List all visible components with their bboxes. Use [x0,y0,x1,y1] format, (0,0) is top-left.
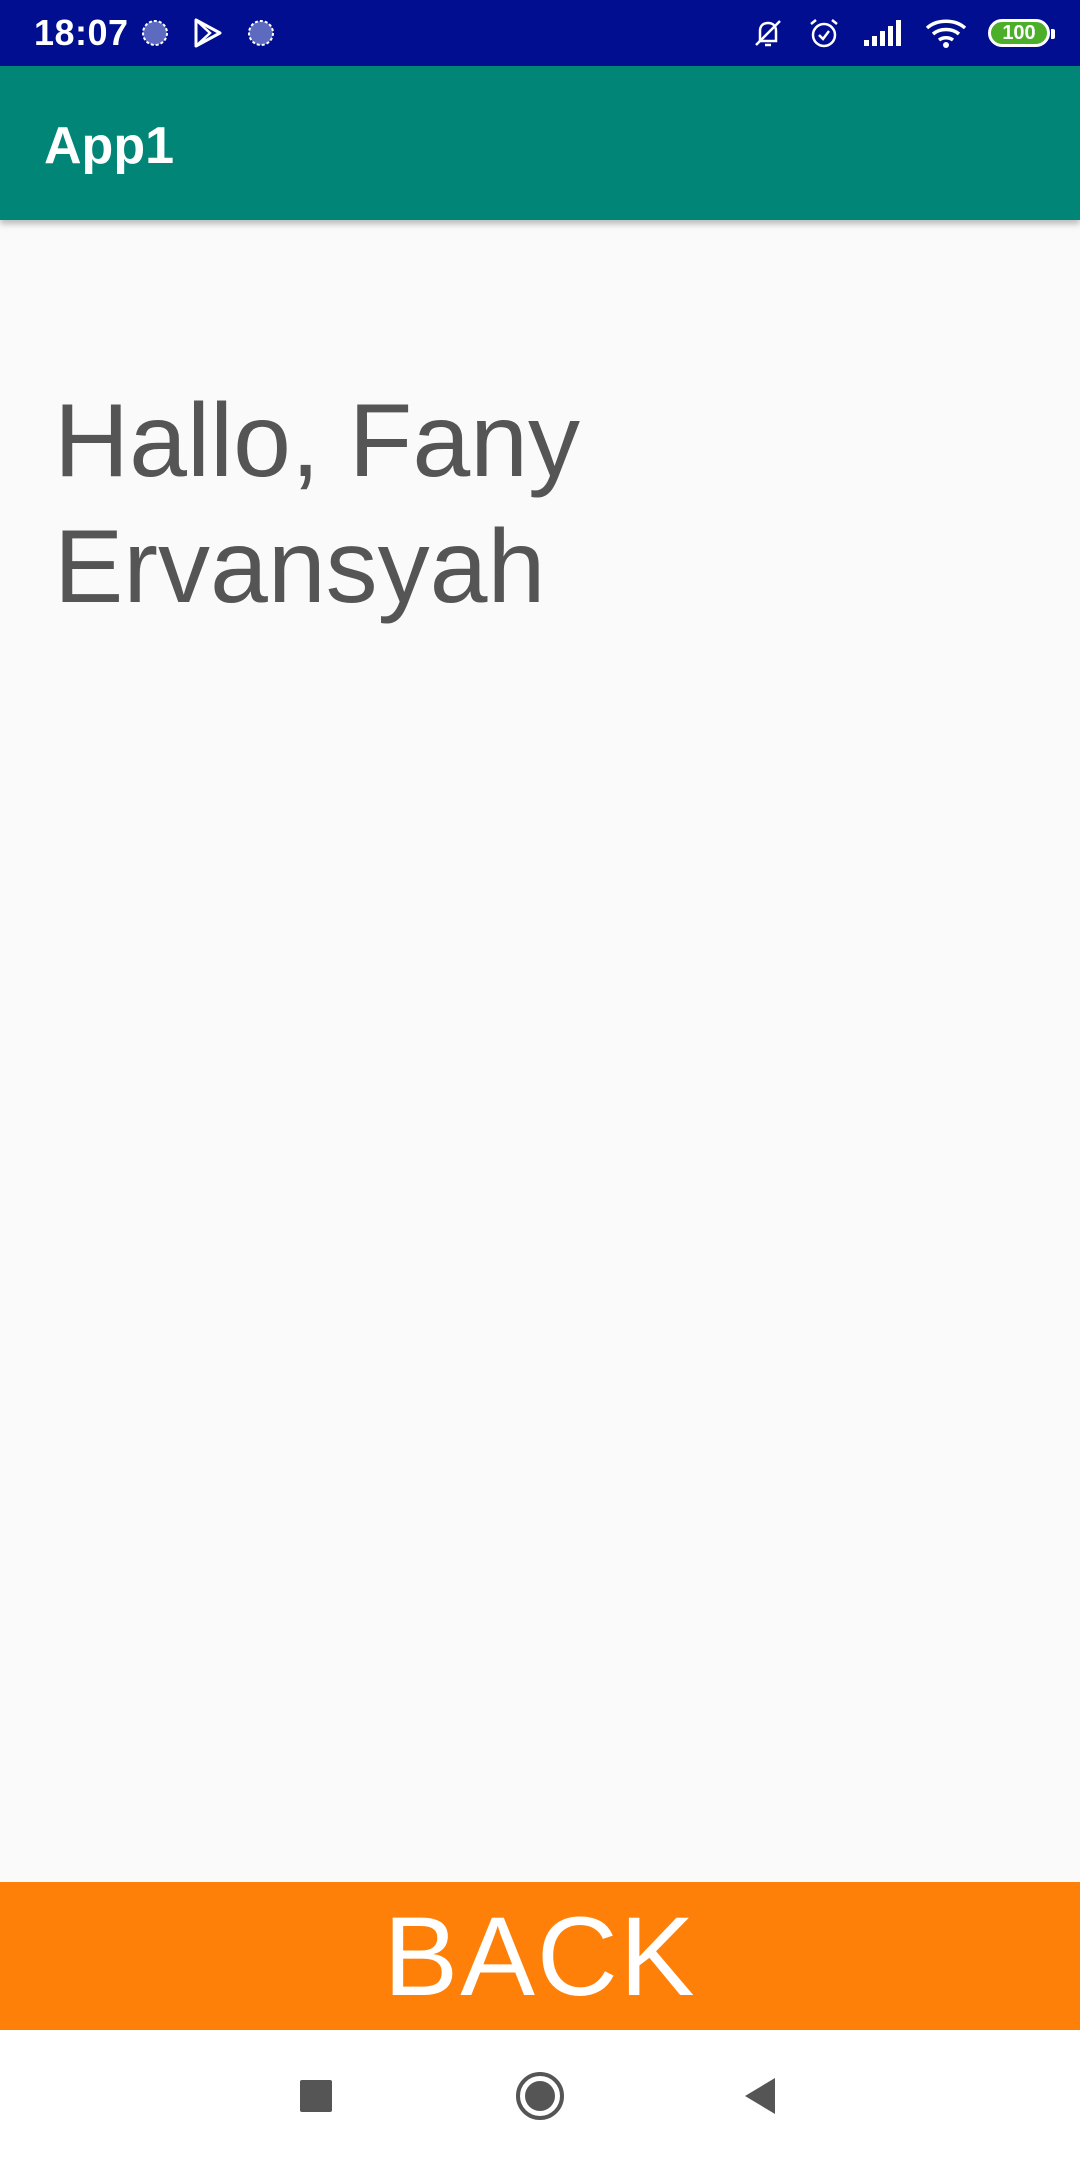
recents-button[interactable] [286,2066,346,2126]
recents-icon [299,2079,333,2113]
home-icon [514,2070,566,2122]
status-bar: 18:07 100 [0,0,1080,66]
play-store-icon [192,17,224,49]
sync-icon [140,18,170,48]
app-bar: App1 [0,66,1080,220]
sync-icon [246,18,276,48]
alarm-icon [806,15,842,51]
back-icon [742,2076,778,2116]
status-right-icons: 100 [750,12,1055,54]
back-button[interactable]: BACK [0,1882,1080,2030]
nav-back-button[interactable] [730,2066,790,2126]
greeting-line-1: Hallo, Fany [54,383,580,499]
battery-level: 100 [1002,22,1036,44]
app-title: App1 [44,117,174,175]
greeting-text: Hallo, Fany Ervansyah [54,378,954,630]
screen: 18:07 100 App1 Hallo, Fany Ervansyah BAC… [0,0,1080,2160]
navigation-bar [0,2030,1080,2160]
greeting-line-2: Ervansyah [54,509,546,625]
battery-icon: 100 [988,19,1055,47]
status-time: 18:07 [34,12,129,53]
signal-icon [862,18,904,48]
notifications-off-icon [750,15,786,51]
home-button[interactable] [510,2066,570,2126]
wifi-icon [924,17,968,49]
battery-tip [1051,29,1055,39]
status-left-icons [140,14,276,52]
